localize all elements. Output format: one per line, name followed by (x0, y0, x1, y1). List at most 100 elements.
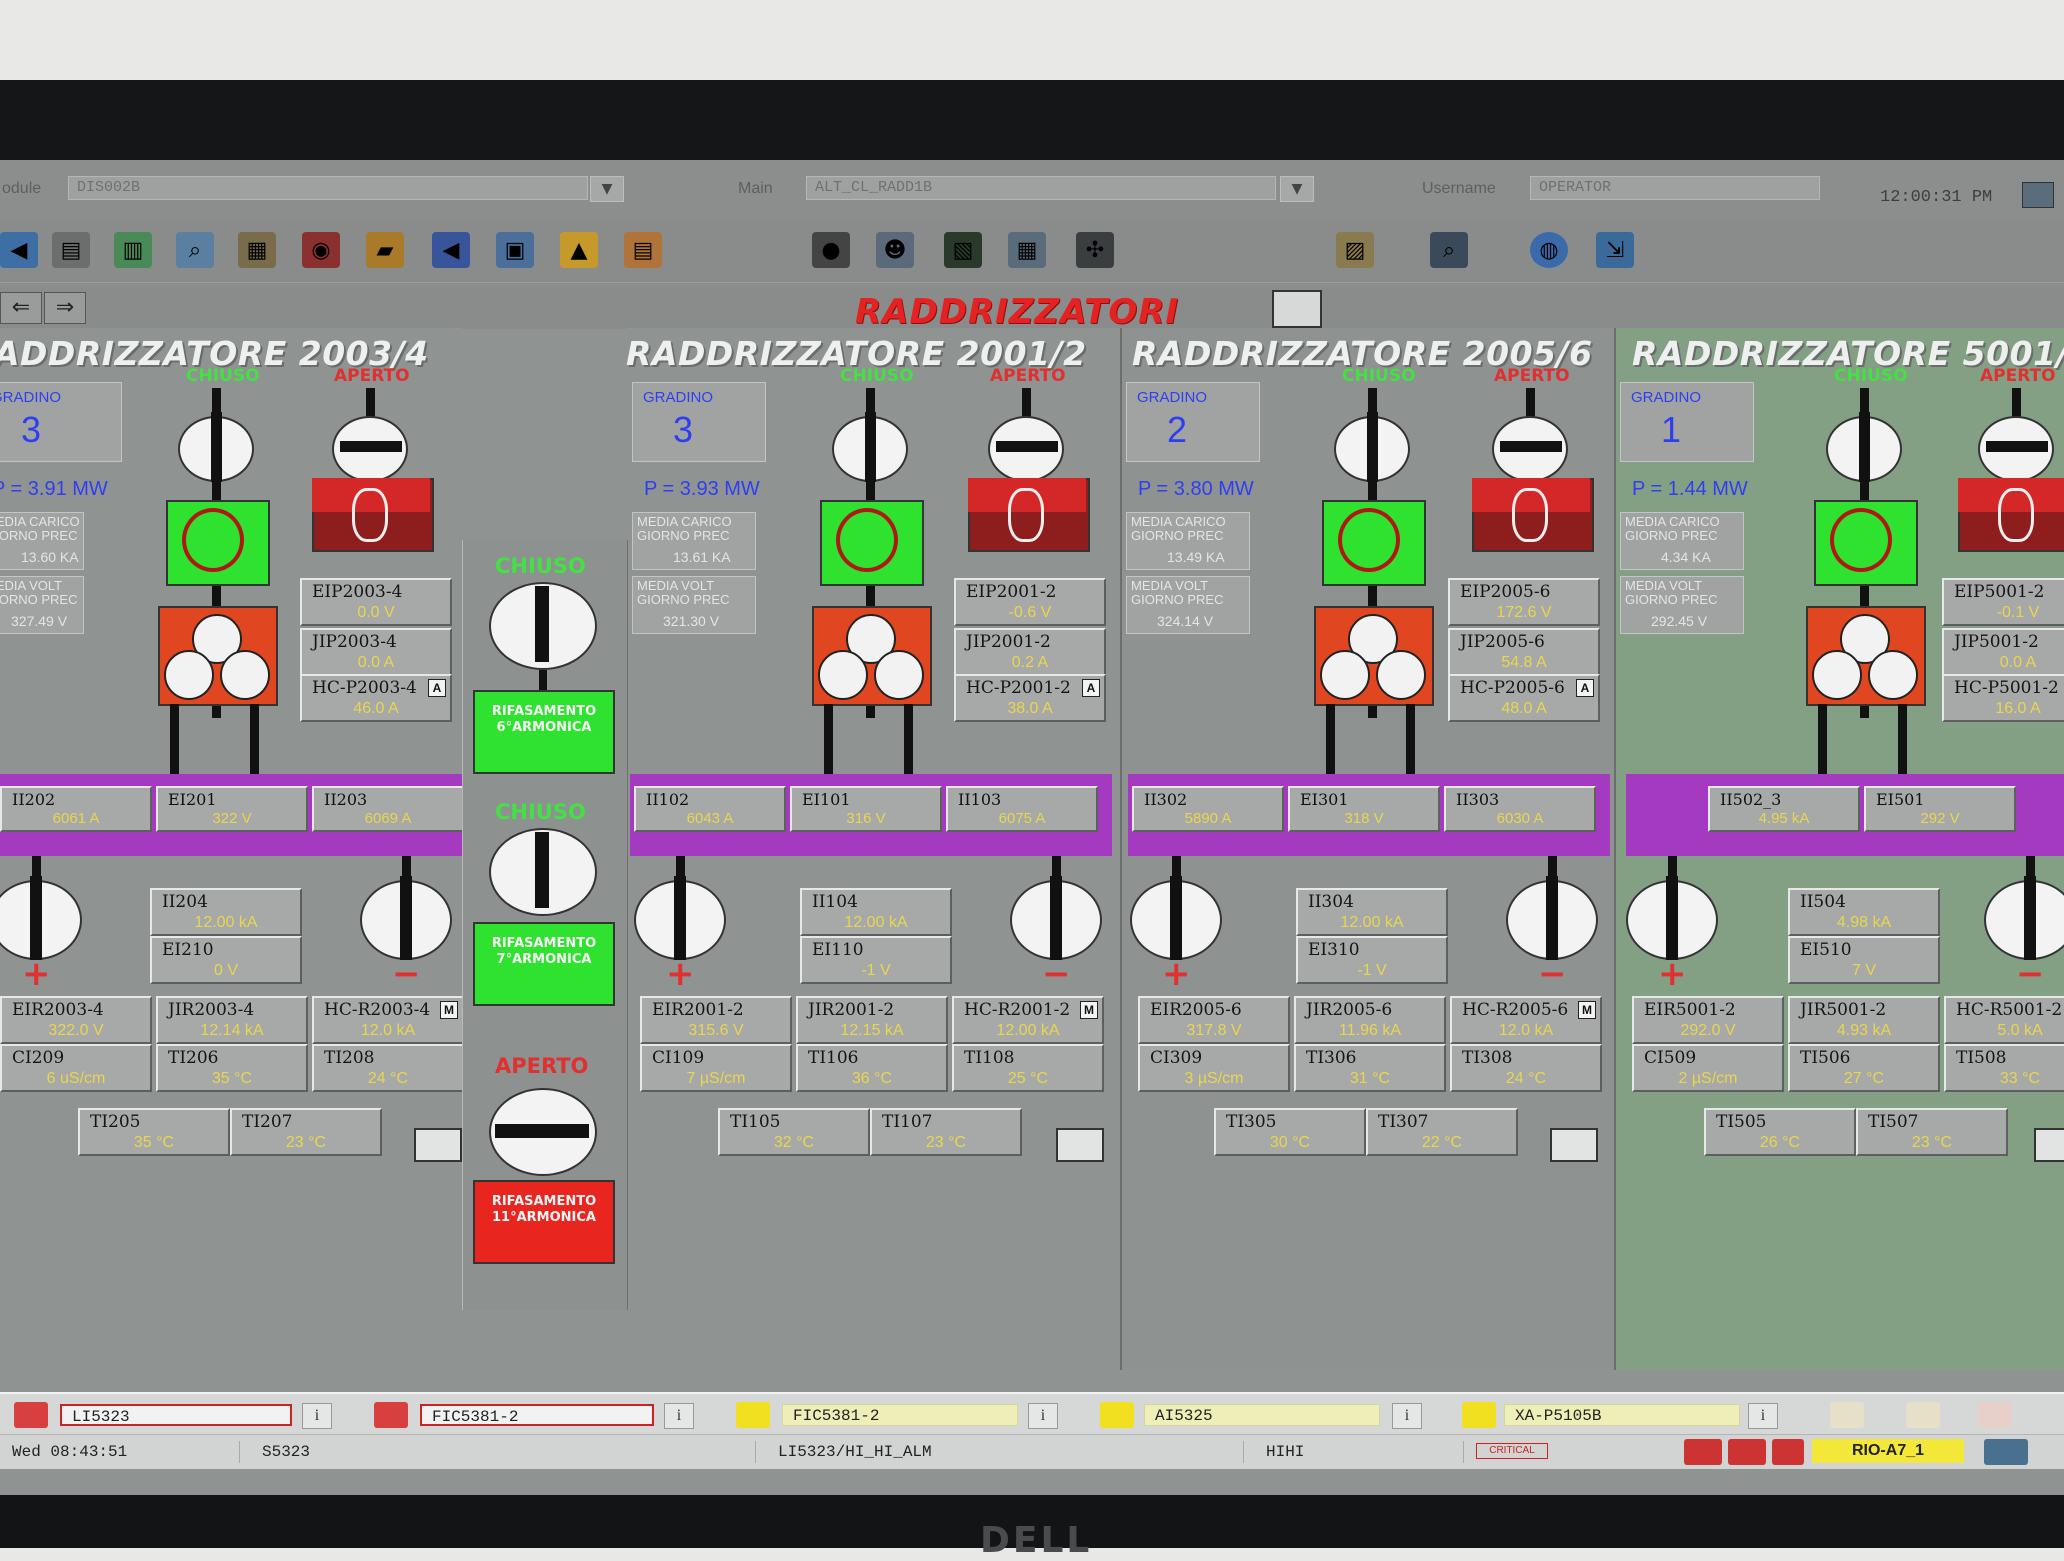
panel0-ti-b[interactable]: TI208 24 °C (312, 1044, 464, 1092)
zoom-icon[interactable]: ⌕ (176, 232, 214, 268)
panel1-bus-meter-2[interactable]: II103 6075 A (946, 786, 1098, 832)
panel2-bus-meter-2[interactable]: II303 6030 A (1444, 786, 1596, 832)
alarm-warning-icon[interactable] (1462, 1402, 1496, 1428)
panel3-eir[interactable]: EIR5001-2 292.0 V (1632, 996, 1784, 1044)
panel0-ii-low[interactable]: II204 12.00 kA (150, 888, 302, 936)
alarm-3-info-button[interactable]: i (1028, 1403, 1058, 1429)
panel1-ti-d[interactable]: TI107 23 °C (870, 1108, 1022, 1156)
alarm-warning-icon[interactable] (1100, 1402, 1134, 1428)
alarm-1-tag[interactable]: LI5323 (60, 1404, 292, 1426)
panel2-ci[interactable]: CI309 3 µS/cm (1138, 1044, 1290, 1092)
acknowledge-all-icon[interactable] (1906, 1402, 1940, 1428)
panel3-ti-a[interactable]: TI506 27 °C (1788, 1044, 1940, 1092)
panel1-ii-low[interactable]: II104 12.00 kA (800, 888, 952, 936)
panel1-hcr[interactable]: HC-R2001-2 12.00 kA M (952, 996, 1104, 1044)
panel3-hcp[interactable]: HC-P5001-2 16.0 A (1942, 674, 2064, 722)
panel2-hcr[interactable]: HC-R2005-6 12.0 kA M (1450, 996, 1602, 1044)
main-select[interactable]: ALT_CL_RADD1B (806, 176, 1276, 200)
alarm-critical-icon[interactable] (14, 1402, 48, 1428)
folder-icon[interactable]: ▰ (366, 232, 404, 268)
alarm-5-tag[interactable]: XA-P5105B (1504, 1404, 1740, 1426)
search-icon[interactable]: ⌕ (1430, 232, 1468, 268)
exit-icon[interactable]: ⇲ (1596, 232, 1634, 268)
panel0-jir[interactable]: JIR2003-4 12.14 kA (156, 996, 308, 1044)
nav-forward-icon[interactable]: ⇒ (44, 292, 86, 324)
panel0-jip[interactable]: JIP2003-4 0.0 A (300, 628, 452, 676)
panel1-hcp[interactable]: HC-P2001-2 38.0 A A (954, 674, 1106, 722)
panel1-bus-meter-0[interactable]: II102 6043 A (634, 786, 786, 832)
alarm-3-tag[interactable]: FIC5381-2 (782, 1404, 1018, 1426)
clock-settings-icon[interactable] (2022, 182, 2054, 208)
silence-icon[interactable] (1978, 1402, 2012, 1428)
alarm-warning-icon[interactable] (736, 1402, 770, 1428)
panel0-ei-low[interactable]: EI210 0 V (150, 936, 302, 984)
bell-icon[interactable]: ▲ (560, 232, 598, 268)
panel0-bus-meter-0[interactable]: II202 6061 A (0, 786, 152, 832)
alarm-1-info-button[interactable]: i (302, 1403, 332, 1429)
panel2-eip[interactable]: EIP2005-6 172.6 V (1448, 578, 1600, 626)
panel3-bus-meter-1[interactable]: EI501 292 V (1864, 786, 2016, 832)
alarm-hide-icon[interactable] (1772, 1439, 1804, 1465)
panel0-bus-meter-1[interactable]: EI201 322 V (156, 786, 308, 832)
module-select[interactable]: DIS002B (68, 176, 588, 200)
main-dropdown-icon[interactable]: ▼ (1280, 176, 1314, 202)
alarm-4-tag[interactable]: AI5325 (1144, 1404, 1380, 1426)
panel2-ti-b[interactable]: TI308 24 °C (1450, 1044, 1602, 1092)
alarm-2-tag[interactable]: FIC5381-2 (420, 1404, 654, 1426)
back-icon[interactable]: ◀ (0, 232, 38, 268)
panel3-ti-c[interactable]: TI505 26 °C (1704, 1108, 1856, 1156)
panel3-ci[interactable]: CI509 2 µS/cm (1632, 1044, 1784, 1092)
panel1-eip[interactable]: EIP2001-2 -0.6 V (954, 578, 1106, 626)
panel1-jip[interactable]: JIP2001-2 0.2 A (954, 628, 1106, 676)
panel0-bus-meter-2[interactable]: II203 6069 A (312, 786, 464, 832)
panel3-trend-icon[interactable] (2034, 1128, 2064, 1162)
cap11-filter[interactable]: RIFASAMENTO 11°ARMONICA (473, 1180, 615, 1264)
panel1-ti-b[interactable]: TI108 25 °C (952, 1044, 1104, 1092)
users-icon[interactable]: ☻ (876, 232, 914, 268)
panel0-ti-a[interactable]: TI206 35 °C (156, 1044, 308, 1092)
panel1-eir[interactable]: EIR2001-2 315.6 V (640, 996, 792, 1044)
panel2-eir[interactable]: EIR2005-6 317.8 V (1138, 996, 1290, 1044)
panel0-eir[interactable]: EIR2003-4 322.0 V (0, 996, 152, 1044)
panel1-ti-a[interactable]: TI106 36 °C (796, 1044, 948, 1092)
book-icon[interactable]: ▤ (624, 232, 662, 268)
panel3-jip[interactable]: JIP5001-2 0.0 A (1942, 628, 2064, 676)
printer-icon[interactable]: ▤ (52, 232, 90, 268)
tree-icon[interactable]: ✣ (1076, 232, 1114, 268)
arrow-left-icon[interactable]: ◀ (432, 232, 470, 268)
panel2-ii-low[interactable]: II304 12.00 kA (1296, 888, 1448, 936)
panel0-hcp[interactable]: HC-P2003-4 46.0 A A (300, 674, 452, 722)
alarm-summary-icon[interactable]: ◉ (302, 232, 340, 268)
display-icon[interactable]: ▣ (496, 232, 534, 268)
panel2-hcp[interactable]: HC-P2005-6 48.0 A A (1448, 674, 1600, 722)
workstation-icon[interactable] (1984, 1439, 2028, 1465)
panel0-ti-c[interactable]: TI205 35 °C (78, 1108, 230, 1156)
panel1-jir[interactable]: JIR2001-2 12.15 kA (796, 996, 948, 1044)
panel1-trend-icon[interactable] (1056, 1128, 1104, 1162)
panel0-ti-d[interactable]: TI207 23 °C (230, 1108, 382, 1156)
alarm-2-info-button[interactable]: i (664, 1403, 694, 1429)
alarm-4-info-button[interactable]: i (1392, 1403, 1422, 1429)
panel2-jip[interactable]: JIP2005-6 54.8 A (1448, 628, 1600, 676)
alarm-tools-icon[interactable] (1728, 1439, 1766, 1465)
panel2-ti-d[interactable]: TI307 22 °C (1366, 1108, 1518, 1156)
panel3-jir[interactable]: JIR5001-2 4.93 kA (1788, 996, 1940, 1044)
alarm-5-info-button[interactable]: i (1748, 1403, 1778, 1429)
panel0-eip[interactable]: EIP2003-4 0.0 V (300, 578, 452, 626)
panel1-ei-low[interactable]: EI110 -1 V (800, 936, 952, 984)
panel1-bus-meter-1[interactable]: EI101 316 V (790, 786, 942, 832)
cap6-filter[interactable]: RIFASAMENTO 6°ARMONICA (473, 690, 615, 774)
panel3-eip[interactable]: EIP5001-2 -0.1 V (1942, 578, 2064, 626)
panel1-ci[interactable]: CI109 7 µS/cm (640, 1044, 792, 1092)
panel3-ei-low[interactable]: EI510 7 V (1788, 936, 1940, 984)
panel1-ti-c[interactable]: TI105 32 °C (718, 1108, 870, 1156)
network-icon[interactable]: ● (812, 232, 850, 268)
screen-trend-icon[interactable] (1272, 290, 1322, 328)
tools-icon[interactable]: ▦ (238, 232, 276, 268)
globe-icon[interactable]: ◍ (1530, 232, 1568, 268)
acknowledge-icon[interactable] (1830, 1402, 1864, 1428)
panel3-ti-b[interactable]: TI508 33 °C (1944, 1044, 2064, 1092)
panel2-bus-meter-1[interactable]: EI301 318 V (1288, 786, 1440, 832)
panel3-ti-d[interactable]: TI507 23 °C (1856, 1108, 2008, 1156)
panel2-ti-a[interactable]: TI306 31 °C (1294, 1044, 1446, 1092)
